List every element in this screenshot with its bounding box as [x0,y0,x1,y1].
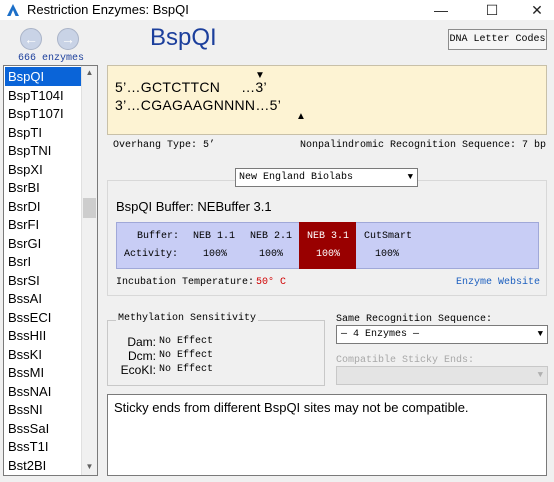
ecoki-value: No Effect [159,364,214,375]
buffer-name: CutSmart [364,231,413,242]
ecoki-label: EcoKI: [120,363,156,377]
enzyme-list-item[interactable]: BsrFI [5,215,82,234]
enzyme-list-item[interactable]: BspT104I [5,86,82,105]
dcm-label: Dcm: [128,349,156,363]
chevron-down-icon: ▼ [537,370,543,380]
scroll-down-icon[interactable]: ▼ [82,460,97,474]
buffer-name: NEB 2.1 [250,231,293,242]
enzyme-count: 666 enzymes [18,53,85,64]
supplier-select[interactable]: New England Biolabs ▼ [235,168,418,187]
forward-button[interactable]: → [57,28,79,50]
incubation-temperature: 50° C [256,277,287,288]
buffer-activity: 100% [375,249,400,260]
enzyme-list-item[interactable]: BssNAI [5,382,82,401]
methylation-title: Methylation Sensitivity [116,313,259,324]
buffer-activity: 100% [259,249,284,260]
list-scrollbar[interactable]: ▲ ▼ [81,66,97,475]
enzyme-list-item[interactable]: BsrI [5,252,82,271]
sticky-ends-label: Compatible Sticky Ends: [336,355,475,366]
window-title: Restriction Enzymes: BspQI [27,2,189,17]
recognition-sequence-info: Nonpalindromic Recognition Sequence: 7 b… [300,140,547,151]
sticky-ends-select[interactable]: ▼ [336,366,548,385]
buffer-title: BspQI Buffer: NEBuffer 3.1 [116,199,272,214]
dam-value: No Effect [159,336,214,347]
arrow-left-icon: ← [24,31,38,47]
close-button[interactable]: ✕ [520,0,554,20]
dcm-value: No Effect [159,350,214,361]
enzyme-list-item[interactable]: BspTI [5,123,82,142]
enzyme-list-item[interactable]: BssT1I [5,437,82,456]
same-recognition-value: — 4 Enzymes — [341,329,420,340]
enzyme-list-item[interactable]: BssMI [5,363,82,382]
enzyme-list-item[interactable]: BssSaI [5,419,82,438]
minimize-button[interactable]: — [424,0,458,20]
sequence-top-strand: 5’…GCTCTTCN …3’ [115,79,267,95]
maximize-button[interactable]: ☐ [475,0,509,20]
buffer-activity: 100% [316,249,341,260]
enzyme-list[interactable]: BspQI BspT104I BspT107I BspTI BspTNI BspXI Bsr… [3,65,98,476]
enzyme-list-item[interactable]: BsrDI [5,197,82,216]
enzyme-title: BspQI [150,24,217,51]
enzyme-list-item[interactable]: BspTNI [5,141,82,160]
same-recognition-select[interactable]: — 4 Enzymes — ▼ [336,325,548,344]
buffer-name: NEB 3.1 [307,231,350,242]
activity-row-label: Activity: [124,249,179,260]
dna-letter-codes-button[interactable]: DNA Letter Codes [448,29,547,50]
dam-label: Dam: [127,335,156,349]
chevron-down-icon: ▼ [407,172,413,182]
enzyme-list-item[interactable]: BspT107I [5,104,82,123]
enzyme-list-item[interactable]: BssECI [5,308,82,327]
chevron-down-icon: ▼ [537,329,543,339]
supplier-value: New England Biolabs [239,172,354,183]
enzyme-list-item[interactable]: BsrGI [5,234,82,253]
buffer-name: NEB 1.1 [193,231,236,242]
sequence-panel: 5’…GCTCTTCN …3’ 3’…CGAGAAGNNNN…5’ ▼ ▲ [107,65,547,135]
enzyme-list-item[interactable]: BssAI [5,289,82,308]
scroll-up-icon[interactable]: ▲ [82,66,97,80]
enzyme-list-item[interactable]: BspQI [5,67,82,86]
enzyme-list-item[interactable]: Bst2BI [5,456,82,475]
incubation-label: Incubation Temperature: [116,277,255,288]
bottom-cut-icon: ▲ [296,111,306,122]
overhang-type: Overhang Type: 5’ [113,140,216,151]
enzyme-list-item[interactable]: BspXI [5,160,82,179]
back-button[interactable]: ← [20,28,42,50]
sequence-bottom-strand: 3’…CGAGAAGNNNN…5’ [115,97,282,113]
enzyme-list-item[interactable]: BssKI [5,345,82,364]
enzyme-list-item[interactable]: BsrSI [5,271,82,290]
top-cut-icon: ▼ [255,70,265,81]
same-recognition-label: Same Recognition Sequence: [336,314,493,325]
buffer-activity: 100% [203,249,228,260]
enzyme-notes: Sticky ends from different BspQI sites m… [107,394,547,476]
recommended-buffer-highlight [299,222,356,269]
enzyme-list-item[interactable]: BsrBI [5,178,82,197]
enzyme-website-link[interactable]: Enzyme Website [456,277,540,288]
arrow-right-icon: → [61,31,75,47]
enzyme-list-item[interactable]: BssNI [5,400,82,419]
app-icon [7,4,19,16]
buffer-row-label: Buffer: [137,231,180,242]
scroll-thumb[interactable] [83,198,96,218]
enzyme-list-item[interactable]: BssHII [5,326,82,345]
